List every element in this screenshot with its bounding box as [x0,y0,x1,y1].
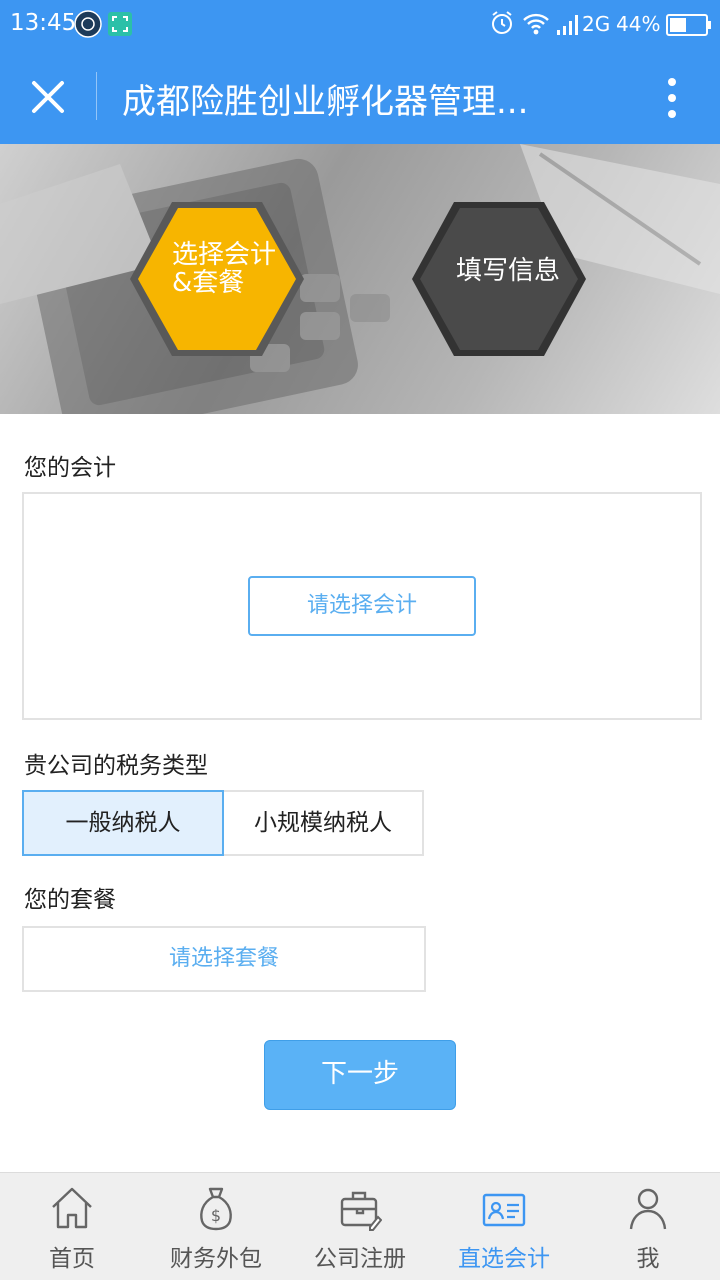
step-banner: 选择会计 &套餐 >>>>>> 填写信息 [0,144,720,414]
app-logo-icon [74,10,102,38]
signal-icon [557,15,578,35]
banner-background-illustration [0,144,720,414]
more-icon[interactable] [658,74,686,122]
bottom-tab-bar: 首页 $ 财务外包 公司注册 直选会计 我 [0,1172,720,1280]
battery-percent: 44% [616,12,661,36]
select-package-button[interactable]: 请选择套餐 [22,926,426,992]
tax-type-label: 贵公司的税务类型 [24,753,208,779]
battery-icon [666,14,711,36]
briefcase-icon [340,1191,382,1231]
tab-accountant-label: 直选会计 [458,1246,550,1272]
step2-label: 填写信息 [456,256,561,286]
close-icon[interactable] [26,75,70,119]
step1-label: 选择会计 &套餐 [172,240,277,298]
tab-finance-outsourcing[interactable]: $ 财务外包 [144,1173,288,1280]
tab-me-label: 我 [636,1246,660,1272]
person-icon [629,1188,667,1230]
network-type: 2G [582,12,611,36]
tab-company-registration[interactable]: 公司注册 [288,1173,432,1280]
tax-option-small-scale[interactable]: 小规模纳税人 [224,790,424,856]
wifi-icon [523,13,549,35]
tab-choose-accountant[interactable]: 直选会计 [432,1173,576,1280]
tab-company-label: 公司注册 [314,1246,406,1272]
tax-option-general[interactable]: 一般纳税人 [22,790,224,856]
status-bar: 13:45 2G 44% [0,0,720,50]
select-accountant-button[interactable]: 请选择会计 [248,576,476,636]
home-icon [52,1187,92,1229]
status-time: 13:45 [10,10,77,36]
id-card-icon [482,1193,526,1227]
tab-me[interactable]: 我 [576,1173,720,1280]
alarm-icon [492,11,512,34]
step-arrows: >>>>>> [318,408,425,414]
scan-icon [108,12,132,36]
svg-text:$: $ [211,1206,221,1225]
nav-divider [96,72,97,120]
tab-home[interactable]: 首页 [0,1173,144,1280]
nav-bar: 成都险胜创业孵化器管理... [0,50,720,144]
next-step-button[interactable]: 下一步 [264,1040,456,1110]
accountant-label: 您的会计 [24,455,116,481]
tab-finance-label: 财务外包 [170,1246,262,1272]
package-label: 您的套餐 [24,887,116,913]
tab-home-label: 首页 [49,1246,95,1272]
page-title: 成都险胜创业孵化器管理... [122,82,529,122]
money-bag-icon: $ [200,1187,232,1231]
